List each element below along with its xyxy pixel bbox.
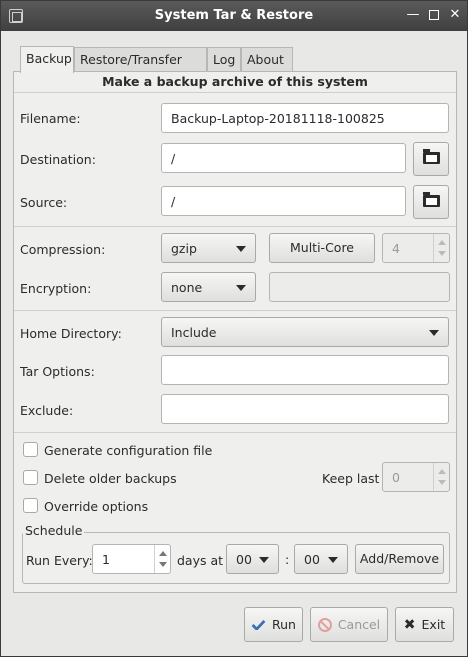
filename-label: Filename: — [20, 111, 81, 126]
window-title: System Tar & Restore — [154, 8, 314, 23]
chevron-down-icon — [236, 246, 246, 252]
arrow-down-icon — [438, 480, 446, 485]
keep-last-value: 0 — [392, 470, 400, 485]
home-directory-value: Include — [171, 325, 217, 340]
tar-options-input[interactable] — [161, 355, 449, 385]
compression-value: gzip — [171, 241, 197, 256]
arrow-down-icon — [159, 562, 167, 567]
cancel-button-label: Cancel — [337, 617, 381, 632]
chevron-down-icon — [236, 285, 246, 291]
source-browse-button[interactable] — [413, 185, 449, 219]
delete-older-checkbox[interactable] — [23, 470, 38, 485]
destination-label: Destination: — [20, 152, 96, 167]
hour-select[interactable]: 00 — [226, 544, 279, 574]
spinner-arrows[interactable] — [154, 545, 170, 573]
title-bar[interactable]: System Tar & Restore — ✕ — [1, 1, 467, 31]
folder-icon — [423, 192, 440, 207]
backup-panel: Make a backup archive of this system Fil… — [13, 71, 457, 593]
minimize-icon[interactable]: — — [405, 7, 421, 23]
days-at-label: days at — [177, 553, 224, 568]
delete-older-label[interactable]: Delete older backups — [44, 471, 177, 486]
generate-config-label[interactable]: Generate configuration file — [44, 443, 212, 458]
exclude-input[interactable] — [161, 394, 449, 424]
exit-button-label: Exit — [421, 617, 446, 632]
minute-value: 00 — [304, 552, 320, 567]
app-window: System Tar & Restore — ✕ Backup Restore/… — [0, 0, 468, 657]
chevron-down-icon — [429, 330, 439, 336]
encryption-value: none — [171, 280, 203, 295]
source-label: Source: — [20, 195, 68, 210]
filename-input[interactable]: Backup-Laptop-20181118-100825 — [161, 103, 449, 133]
threads-value: 4 — [392, 241, 400, 256]
run-button-label: Run — [272, 617, 296, 632]
add-remove-button[interactable]: Add/Remove — [355, 544, 444, 574]
minute-select[interactable]: 00 — [294, 544, 348, 574]
separator — [14, 310, 456, 311]
encryption-select[interactable]: none — [161, 272, 256, 302]
run-every-label: Run Every: — [26, 553, 93, 568]
keep-last-spinner[interactable]: 0 — [382, 462, 450, 492]
generate-config-checkbox[interactable] — [23, 442, 38, 457]
tab-backup[interactable]: Backup — [20, 46, 74, 73]
tab-restore-transfer[interactable]: Restore/Transfer — [74, 47, 207, 72]
home-directory-select[interactable]: Include — [161, 317, 449, 347]
destination-browse-button[interactable] — [413, 142, 449, 176]
spinner-arrows[interactable] — [433, 463, 449, 491]
override-options-checkbox[interactable] — [23, 498, 38, 513]
keep-last-label: Keep last — [322, 471, 380, 486]
encryption-label: Encryption: — [20, 281, 92, 296]
arrow-up-icon — [438, 240, 446, 245]
time-colon: : — [285, 552, 290, 567]
schedule-title: Schedule — [23, 523, 85, 538]
compression-select[interactable]: gzip — [161, 233, 256, 263]
arrow-up-icon — [438, 469, 446, 474]
multi-core-button[interactable]: Multi-Core — [269, 233, 375, 263]
exclude-label: Exclude: — [20, 403, 74, 418]
threads-spinner[interactable]: 4 — [382, 233, 450, 263]
destination-input[interactable]: / — [161, 143, 406, 173]
run-every-value: 1 — [102, 552, 110, 567]
folder-icon — [423, 149, 440, 164]
spinner-arrows[interactable] — [433, 234, 449, 262]
arrow-up-icon — [159, 551, 167, 556]
home-directory-label: Home Directory: — [20, 326, 122, 341]
override-options-label[interactable]: Override options — [44, 499, 148, 514]
run-every-spinner[interactable]: 1 — [92, 544, 171, 574]
exit-button[interactable]: ✖ Exit — [395, 607, 454, 642]
arrow-down-icon — [438, 251, 446, 256]
run-button[interactable]: Run — [244, 607, 303, 642]
panel-heading: Make a backup archive of this system — [102, 74, 368, 89]
passphrase-input[interactable] — [269, 272, 450, 302]
cancel-icon — [317, 618, 332, 632]
chevron-down-icon — [259, 557, 269, 563]
source-input[interactable]: / — [161, 186, 406, 216]
cancel-button[interactable]: Cancel — [310, 607, 388, 642]
compression-label: Compression: — [20, 242, 106, 257]
separator — [14, 226, 456, 227]
tab-log[interactable]: Log — [207, 47, 241, 72]
close-icon[interactable]: ✕ — [447, 7, 463, 23]
hour-value: 00 — [236, 552, 252, 567]
chevron-down-icon — [328, 557, 338, 563]
exit-x-icon: ✖ — [403, 617, 416, 633]
tar-options-label: Tar Options: — [20, 364, 95, 379]
separator — [14, 92, 456, 93]
tab-about[interactable]: About — [241, 47, 293, 72]
maximize-icon[interactable] — [426, 7, 442, 23]
check-icon — [251, 620, 266, 630]
separator — [14, 432, 456, 433]
